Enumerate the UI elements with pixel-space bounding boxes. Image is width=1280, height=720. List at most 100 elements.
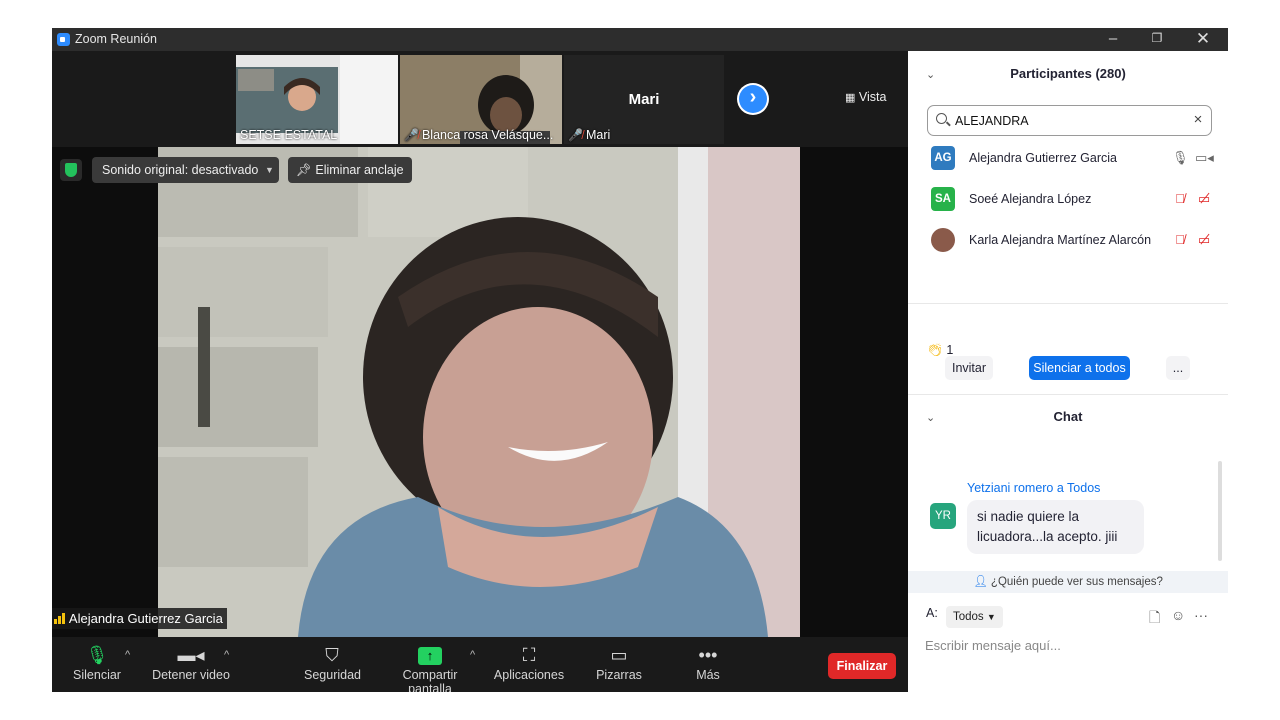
who-can-see-label: ¿Quién puede ver sus mensajes? bbox=[990, 576, 1163, 588]
microphone-icon: 🎙︎ bbox=[85, 645, 109, 665]
more-dots-icon: ••• bbox=[698, 645, 718, 665]
chat-message-input[interactable] bbox=[925, 634, 1215, 656]
view-label: Vista bbox=[858, 90, 887, 104]
recipient-value: Todos bbox=[953, 611, 984, 623]
original-sound-button[interactable]: Sonido original: desactivado bbox=[92, 157, 268, 183]
security-label: Seguridad bbox=[304, 668, 361, 682]
security-button[interactable]: ⛉ Seguridad bbox=[304, 642, 361, 692]
close-window-icon[interactable]: ✕ bbox=[1180, 28, 1226, 51]
tile-name: SETSE ESTATAL bbox=[240, 128, 338, 142]
more-dots-icon[interactable]: ··· bbox=[1194, 607, 1208, 623]
speaker-name: Alejandra Gutierrez Garcia bbox=[68, 611, 223, 626]
stop-video-button[interactable]: ▬◂ Detener video bbox=[152, 642, 230, 692]
clapping-hands-icon: 👏︎ bbox=[927, 343, 943, 357]
participant-name: Soeé Alejandra López bbox=[969, 192, 1092, 206]
video-off-icon[interactable]: ▭̸ bbox=[1195, 191, 1213, 207]
share-screen-icon: ↑ bbox=[379, 642, 481, 668]
main-video[interactable] bbox=[158, 147, 800, 637]
microphone-icon[interactable]: 🎙︎ bbox=[1172, 150, 1189, 166]
window-title: Zoom Reunión bbox=[75, 32, 157, 46]
tile-name-text: Mari bbox=[585, 128, 611, 142]
video-stage: SETSE ESTATAL 🎤̸ Blanca rosa Velásque... … bbox=[52, 51, 908, 637]
avatar: SA bbox=[931, 187, 955, 211]
chat-message: si nadie quiere la licuadora...la acepto… bbox=[967, 500, 1144, 554]
reaction-count: 1 bbox=[946, 343, 954, 357]
video-overlay-controls: Sonido original: desactivado ▼ 📌︎ Elimin… bbox=[52, 154, 452, 183]
participant-row[interactable]: Karla Alejandra Martínez Alarcón 🎙̸ ▭̸ bbox=[908, 222, 1228, 260]
meeting-toolbar: 🎙︎ Silenciar ^ ▬◂ Detener video ^ ⛉ Segu… bbox=[52, 637, 908, 692]
unpin-button[interactable]: 📌︎ Eliminar anclaje bbox=[288, 157, 412, 183]
share-screen-label: Compartir pantalla bbox=[402, 668, 458, 692]
chat-recipient-select[interactable]: Todos ▼ bbox=[946, 606, 1003, 628]
avatar: YR bbox=[930, 503, 956, 529]
divider bbox=[908, 394, 1228, 395]
security-shield-icon: ⛉ bbox=[325, 645, 339, 665]
mute-label: Silenciar bbox=[73, 668, 121, 682]
whiteboard-icon: ▭ bbox=[610, 645, 628, 665]
mic-off-icon: 🎤̸ bbox=[568, 128, 583, 142]
next-page-button[interactable]: › bbox=[737, 83, 769, 115]
mute-button[interactable]: 🎙︎ Silenciar bbox=[72, 642, 122, 692]
unpin-label: Eliminar anclaje bbox=[315, 163, 404, 177]
video-off-icon[interactable]: ▭̸ bbox=[1195, 232, 1213, 248]
zoom-app-icon bbox=[57, 33, 70, 46]
zoom-window: Zoom Reunión – ❐ ✕ SETSE ESTATAL 🎤̸ Blan… bbox=[52, 28, 1228, 692]
person-icon: 👤︎ bbox=[973, 576, 988, 588]
more-options-button[interactable]: ... bbox=[1166, 356, 1190, 380]
invite-button[interactable]: Invitar bbox=[945, 356, 993, 380]
video-camera-icon: ▬◂ bbox=[177, 645, 205, 665]
active-speaker-label: Alejandra Gutierrez Garcia bbox=[52, 608, 227, 629]
end-meeting-button[interactable]: Finalizar bbox=[828, 653, 896, 679]
view-button[interactable]: ▦ Vista bbox=[845, 86, 899, 108]
participant-name: Alejandra Gutierrez Garcia bbox=[969, 151, 1117, 165]
mic-off-icon: 🎤̸ bbox=[404, 128, 419, 142]
chat-title: Chat bbox=[1053, 409, 1083, 424]
chat-scrollbar[interactable] bbox=[1218, 461, 1222, 561]
video-options-chevron-icon[interactable]: ^ bbox=[224, 649, 229, 661]
mic-off-icon[interactable]: 🎙̸ bbox=[1172, 232, 1188, 248]
file-icon[interactable]: 🗋 bbox=[1149, 607, 1160, 631]
more-button[interactable]: ••• Más bbox=[688, 642, 728, 692]
participant-search: × bbox=[927, 105, 1212, 136]
chat-sender[interactable]: Yetziani romero a Todos bbox=[967, 481, 1100, 495]
tile-name: 🎤̸ Mari bbox=[568, 128, 610, 142]
apps-label: Aplicaciones bbox=[493, 668, 565, 682]
video-tile[interactable]: 🎤̸ Blanca rosa Velásque... bbox=[400, 55, 562, 144]
whiteboards-label: Pizarras bbox=[596, 668, 642, 682]
who-can-see-messages-link[interactable]: 👤︎ ¿Quién puede ver sus mensajes? bbox=[908, 571, 1228, 593]
avatar: AG bbox=[931, 146, 955, 170]
clear-search-icon[interactable]: × bbox=[1189, 111, 1207, 131]
audio-options-chevron-icon[interactable]: ^ bbox=[125, 649, 130, 661]
participants-title: Participantes (280) bbox=[1010, 66, 1126, 81]
chevron-down-icon: ▼ bbox=[986, 612, 996, 622]
apps-icon: ⛶ bbox=[522, 645, 536, 665]
emoji-icon[interactable]: ☺ bbox=[1171, 607, 1185, 623]
tile-display-name: Mari bbox=[628, 91, 660, 108]
restore-icon[interactable]: ❐ bbox=[1134, 28, 1180, 51]
tile-name: 🎤̸ Blanca rosa Velásque... bbox=[404, 128, 553, 142]
video-camera-icon[interactable]: ▭◂ bbox=[1195, 150, 1214, 166]
divider bbox=[908, 303, 1228, 304]
whiteboards-button[interactable]: ▭ Pizarras bbox=[592, 642, 646, 692]
participant-row[interactable]: SA Soeé Alejandra López 🎙̸ ▭̸ bbox=[908, 181, 1228, 219]
search-input[interactable] bbox=[955, 111, 1185, 131]
title-bar: Zoom Reunión – ❐ ✕ bbox=[52, 28, 1228, 51]
chevron-down-icon[interactable]: ▼ bbox=[260, 157, 279, 183]
share-options-chevron-icon[interactable]: ^ bbox=[470, 649, 475, 661]
video-tile[interactable]: Mari 🎤̸ Mari bbox=[564, 55, 724, 144]
video-tile[interactable]: SETSE ESTATAL bbox=[236, 55, 398, 144]
stop-video-label: Detener video bbox=[152, 668, 230, 682]
chat-to-label: A: bbox=[926, 606, 938, 620]
mic-off-icon[interactable]: 🎙̸ bbox=[1172, 191, 1188, 207]
participant-name: Karla Alejandra Martínez Alarcón bbox=[969, 233, 1152, 247]
search-icon bbox=[936, 113, 947, 124]
encryption-shield-icon[interactable] bbox=[60, 159, 82, 181]
share-screen-button[interactable]: ↑ Compartir pantalla bbox=[379, 642, 481, 692]
signal-icon bbox=[54, 611, 66, 626]
apps-button[interactable]: ⛶ Aplicaciones bbox=[492, 642, 566, 692]
mute-all-button[interactable]: Silenciar a todos bbox=[1029, 356, 1130, 380]
minimize-icon[interactable]: – bbox=[1090, 28, 1136, 51]
participant-row[interactable]: AG Alejandra Gutierrez Garcia 🎙︎ ▭◂ bbox=[908, 140, 1228, 178]
side-panel: ⌄ Participantes (280) × AG Alejandra Gut… bbox=[908, 51, 1228, 692]
gallery-strip: SETSE ESTATAL 🎤̸ Blanca rosa Velásque... … bbox=[52, 51, 908, 147]
